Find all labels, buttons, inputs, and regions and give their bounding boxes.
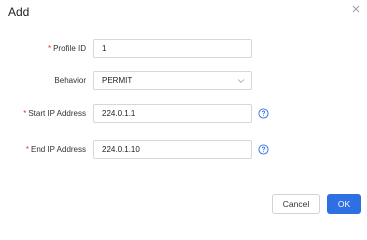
- end-ip-input[interactable]: 224.0.1.10: [93, 140, 252, 159]
- start-ip-row: * Start IP Address 224.0.1.1: [0, 104, 367, 124]
- profile-id-label: * Profile ID: [47, 44, 86, 53]
- cancel-button[interactable]: Cancel: [272, 194, 320, 214]
- required-marker: *: [47, 44, 52, 53]
- start-ip-label: * Start IP Address: [23, 109, 86, 118]
- chevron-down-icon: [237, 79, 245, 84]
- help-circle-icon[interactable]: [258, 108, 269, 119]
- profile-id-input[interactable]: 1: [93, 39, 252, 58]
- start-ip-input[interactable]: 224.0.1.1: [93, 104, 252, 123]
- required-marker: *: [25, 145, 29, 154]
- close-icon[interactable]: [351, 4, 361, 14]
- help-circle-icon[interactable]: [258, 144, 269, 155]
- end-ip-row: * End IP Address 224.0.1.10: [0, 140, 367, 160]
- behavior-value: PERMIT: [102, 76, 133, 85]
- ok-button[interactable]: OK: [327, 194, 361, 214]
- behavior-select[interactable]: PERMIT: [93, 71, 252, 90]
- profile-id-row: * Profile ID 1: [0, 39, 367, 59]
- end-ip-label: * End IP Address: [25, 145, 86, 154]
- dialog-title: Add: [8, 5, 30, 19]
- required-marker: *: [23, 109, 27, 118]
- behavior-label: Behavior: [54, 76, 86, 85]
- behavior-row: Behavior PERMIT: [0, 71, 367, 91]
